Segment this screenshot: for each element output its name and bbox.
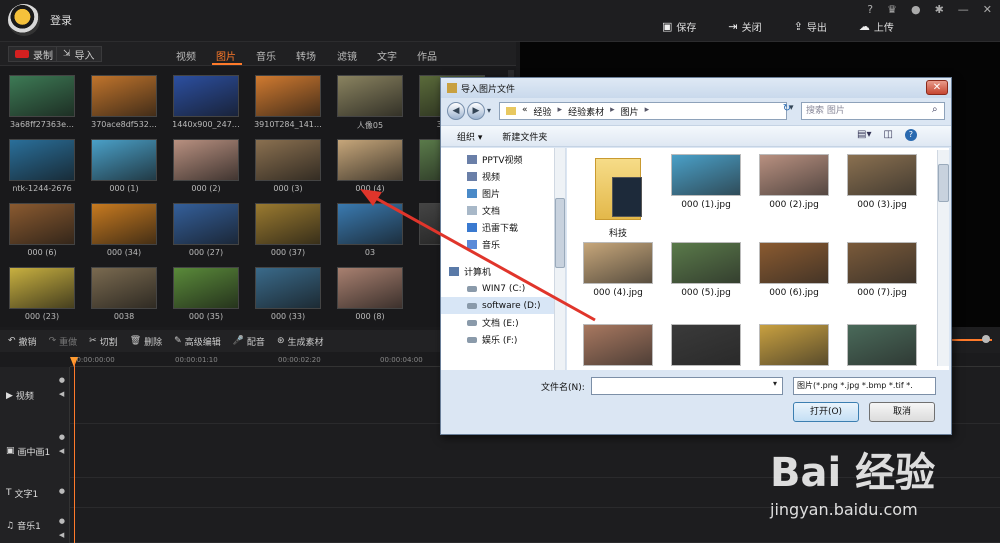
arrow-head [360, 189, 382, 206]
baidu-watermark: Bai 经验 [770, 450, 936, 496]
arrow-line [371, 194, 596, 322]
watermark-url: jingyan.baidu.com [770, 500, 918, 519]
